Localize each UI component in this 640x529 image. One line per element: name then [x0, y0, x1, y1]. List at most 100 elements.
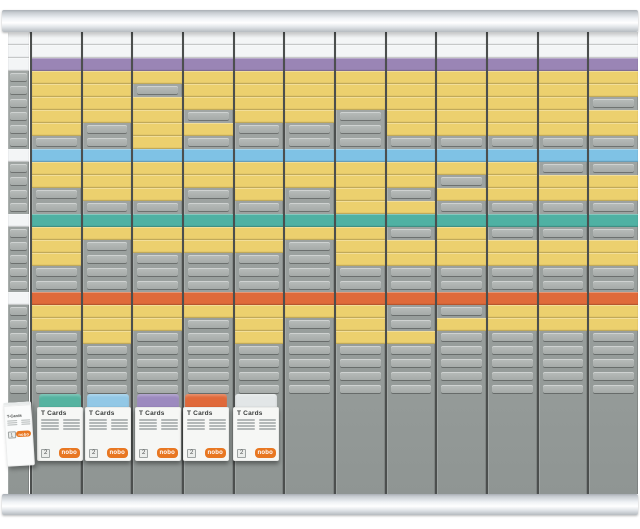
yellow-t-card [387, 123, 436, 136]
empty-slot [589, 162, 638, 175]
blue-t-card [133, 149, 182, 162]
empty-slot [184, 266, 233, 279]
yellow-t-card [32, 253, 81, 266]
blue-t-card [387, 149, 436, 162]
yellow-t-card [539, 97, 588, 110]
empty-slot [437, 331, 486, 344]
yellow-t-card [589, 110, 638, 123]
white-card [83, 32, 132, 45]
orange-t-card [539, 292, 588, 305]
empty-slot [336, 279, 385, 292]
empty-slot [83, 357, 132, 370]
yellow-t-card [32, 162, 81, 175]
empty-slot [32, 331, 81, 344]
teal-t-card [32, 214, 81, 227]
empty-slot [184, 357, 233, 370]
empty-slot [589, 279, 638, 292]
yellow-t-card [387, 331, 436, 344]
yellow-t-card [32, 84, 81, 97]
empty-slot [235, 344, 284, 357]
yellow-t-card [387, 162, 436, 175]
white-card [8, 214, 29, 227]
empty-slot [8, 370, 29, 383]
yellow-t-card [488, 162, 537, 175]
orange-t-card [437, 292, 486, 305]
empty-slot [488, 266, 537, 279]
empty-slot [83, 253, 132, 266]
empty-slot [589, 344, 638, 357]
teal-t-card [539, 214, 588, 227]
yellow-t-card [133, 240, 182, 253]
top-rail [2, 10, 638, 32]
yellow-t-card [83, 318, 132, 331]
yellow-t-card [539, 175, 588, 188]
white-card [8, 149, 29, 162]
empty-slot [437, 266, 486, 279]
empty-slot [285, 318, 334, 331]
yellow-t-card [83, 305, 132, 318]
empty-slot [8, 227, 29, 240]
card-column-6 [283, 32, 334, 494]
empty-slot [589, 136, 638, 149]
white-card [285, 32, 334, 45]
pack-title: T Cards [237, 410, 276, 417]
empty-slot [8, 136, 29, 149]
empty-slot [235, 253, 284, 266]
yellow-t-card [184, 162, 233, 175]
pack-size-badge: 1 [8, 431, 16, 439]
yellow-t-card [437, 188, 486, 201]
white-card [184, 45, 233, 58]
empty-slot [8, 266, 29, 279]
yellow-t-card [539, 71, 588, 84]
purple-t-card [539, 58, 588, 71]
purple-t-card [589, 58, 638, 71]
empty-slot [32, 266, 81, 279]
nobo-logo: nobo [157, 448, 178, 458]
card-pack-4: T Cards2nobo [233, 394, 279, 461]
empty-slot [589, 370, 638, 383]
empty-slot [488, 383, 537, 396]
card-column-8 [385, 32, 436, 494]
yellow-t-card [133, 71, 182, 84]
yellow-t-card [437, 240, 486, 253]
empty-slot [133, 279, 182, 292]
pack-size-badge: 2 [41, 449, 50, 458]
empty-slot [8, 279, 29, 292]
empty-slot [387, 279, 436, 292]
empty-slot [336, 344, 385, 357]
blue-t-card [32, 149, 81, 162]
card-column-9 [435, 32, 486, 494]
teal-t-card [387, 214, 436, 227]
nobo-logo: nobo [205, 448, 226, 458]
empty-slot [387, 188, 436, 201]
yellow-t-card [387, 175, 436, 188]
empty-slot [539, 383, 588, 396]
empty-slot [8, 253, 29, 266]
pack-title: T Cards [139, 410, 178, 417]
blue-t-card [336, 149, 385, 162]
purple-t-card [32, 58, 81, 71]
yellow-t-card [285, 71, 334, 84]
empty-slot [8, 201, 29, 214]
pack-title: T-Cards [7, 412, 30, 418]
teal-t-card [285, 214, 334, 227]
yellow-t-card [235, 97, 284, 110]
empty-slot [32, 357, 81, 370]
yellow-t-card [589, 188, 638, 201]
purple-t-card [184, 58, 233, 71]
empty-slot [539, 357, 588, 370]
teal-t-card [488, 214, 537, 227]
empty-slot [336, 136, 385, 149]
yellow-t-card [437, 97, 486, 110]
empty-slot [83, 136, 132, 149]
white-card [235, 32, 284, 45]
empty-slot [133, 253, 182, 266]
empty-slot [83, 201, 132, 214]
empty-slot [285, 357, 334, 370]
empty-slot [488, 357, 537, 370]
yellow-t-card [133, 97, 182, 110]
card-column-7 [334, 32, 385, 494]
empty-slot [437, 370, 486, 383]
empty-slot [488, 331, 537, 344]
yellow-t-card [437, 253, 486, 266]
